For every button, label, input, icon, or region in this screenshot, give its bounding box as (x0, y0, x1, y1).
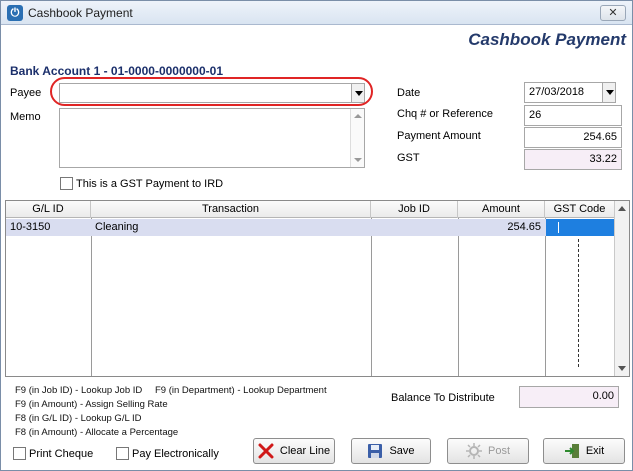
column-header-job-id[interactable]: Job ID (371, 201, 458, 218)
scroll-up-icon[interactable] (618, 206, 626, 211)
save-label: Save (389, 445, 415, 457)
exit-button[interactable]: Exit (543, 438, 625, 464)
gst-label: GST (397, 152, 420, 164)
scroll-down-icon[interactable] (618, 366, 626, 371)
post-sun-icon (465, 443, 482, 459)
text-caret (558, 222, 559, 233)
column-divider (458, 218, 459, 376)
red-x-icon (258, 443, 274, 459)
floppy-disk-icon (367, 443, 383, 459)
scroll-up-icon[interactable] (354, 114, 362, 118)
app-power-icon: ⏻ (7, 5, 23, 21)
cell-transaction[interactable]: Cleaning (91, 219, 371, 236)
scroll-down-icon[interactable] (354, 158, 362, 162)
exit-label: Exit (585, 445, 605, 457)
chq-reference-input[interactable]: 26 (524, 105, 622, 126)
post-label: Post (487, 445, 510, 457)
page-title: Cashbook Payment (468, 30, 626, 49)
gst-payment-label: This is a GST Payment to IRD (76, 178, 224, 190)
clear-line-label: Clear Line (279, 445, 331, 457)
column-header-amount[interactable]: Amount (458, 201, 545, 218)
table-row[interactable]: 10-3150 Cleaning 254.65 (6, 219, 629, 236)
hint-f8-gl-id: F8 (in G/L ID) - Lookup G/L ID (15, 413, 142, 424)
memo-label: Memo (10, 111, 41, 123)
cell-amount[interactable]: 254.65 (458, 219, 545, 236)
pay-electronically-checkbox[interactable] (116, 447, 129, 460)
gst-code-dashed-guide (578, 239, 579, 367)
date-field[interactable]: 27/03/2018 (524, 82, 616, 103)
grid-scrollbar[interactable] (614, 201, 629, 376)
print-cheque-checkbox[interactable] (13, 447, 26, 460)
column-header-transaction[interactable]: Transaction (91, 201, 371, 218)
column-divider (545, 218, 546, 376)
balance-label: Balance To Distribute (391, 392, 495, 404)
cell-gl-id[interactable]: 10-3150 (6, 219, 91, 236)
save-button[interactable]: Save (351, 438, 431, 464)
clear-line-button[interactable]: Clear Line (253, 438, 335, 464)
chq-reference-label: Chq # or Reference (397, 108, 493, 120)
hint-f9-job-id: F9 (in Job ID) - Lookup Job ID (15, 385, 143, 396)
print-cheque-label: Print Cheque (29, 448, 94, 460)
grid-header: G/L ID Transaction Job ID Amount GST Cod… (6, 201, 629, 218)
exit-door-icon (564, 443, 580, 459)
hint-f9-amount: F9 (in Amount) - Assign Selling Rate (15, 399, 168, 410)
allocation-grid[interactable]: G/L ID Transaction Job ID Amount GST Cod… (5, 200, 630, 377)
cell-gst-code-active[interactable] (546, 219, 614, 236)
balance-field: 0.00 (519, 386, 619, 408)
gst-amount-field: 33.22 (524, 149, 622, 170)
memo-textarea[interactable] (59, 108, 365, 168)
column-header-gl-id[interactable]: G/L ID (6, 201, 91, 218)
pay-electronically-label: Pay Electronically (132, 448, 219, 460)
window-title: Cashbook Payment (28, 6, 133, 20)
date-label: Date (397, 87, 421, 99)
gst-payment-checkbox[interactable] (60, 177, 73, 190)
cashbook-payment-window: ⏻ Cashbook Payment ✕ Cashbook Payment Ba… (0, 0, 633, 471)
date-value: 27/03/2018 (529, 86, 585, 98)
column-divider (91, 218, 92, 376)
hint-f9-department: F9 (in Department) - Lookup Department (155, 385, 327, 396)
highlight-oval (50, 77, 373, 106)
close-button[interactable]: ✕ (600, 5, 626, 21)
payee-label: Payee (10, 87, 42, 99)
payment-amount-input[interactable]: 254.65 (524, 127, 622, 148)
column-header-gst-code[interactable]: GST Code (545, 201, 615, 218)
title-bar: ⏻ Cashbook Payment ✕ (1, 1, 632, 25)
bank-account-label: Bank Account 1 - 01-0000-0000000-01 (10, 64, 223, 78)
memo-scrollbar[interactable] (350, 109, 364, 167)
payment-amount-label: Payment Amount (397, 130, 481, 142)
cell-job-id[interactable] (371, 219, 458, 236)
post-button[interactable]: Post (447, 438, 529, 464)
date-dropdown-button[interactable] (602, 83, 615, 102)
column-divider (371, 218, 372, 376)
hint-f8-amount: F8 (in Amount) - Allocate a Percentage (15, 427, 179, 438)
